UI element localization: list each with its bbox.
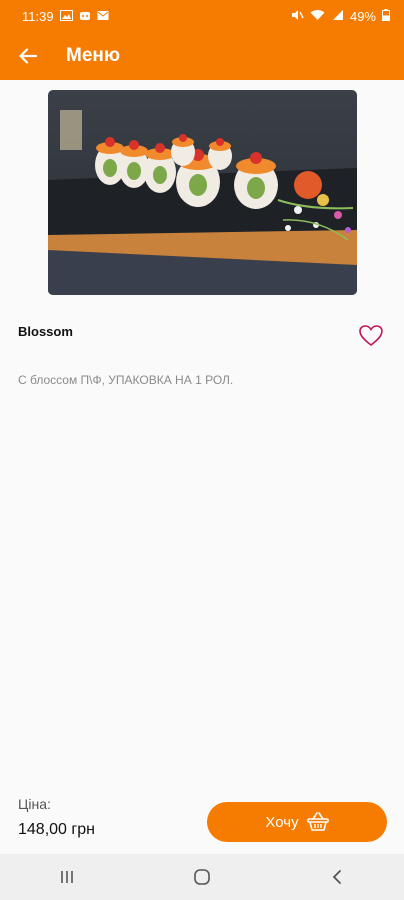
notification-app-icon (79, 9, 91, 24)
status-left: 11:39 (22, 9, 109, 24)
home-icon (194, 869, 210, 885)
chevron-left-icon (332, 870, 341, 884)
want-button-label: Хочу (265, 813, 299, 831)
product-image (48, 90, 357, 295)
mute-icon (291, 9, 304, 24)
home-button[interactable] (172, 854, 232, 900)
app-bar: Меню (0, 32, 404, 80)
mail-icon (97, 9, 109, 24)
page-title: Меню (66, 45, 121, 66)
recent-apps-button[interactable] (37, 854, 97, 900)
favorite-button[interactable] (358, 324, 388, 352)
gallery-icon (59, 9, 73, 24)
battery-percent: 49% (349, 8, 376, 24)
status-bar: 11:39 49% (0, 0, 404, 32)
back-button[interactable] (0, 32, 56, 80)
recent-apps-icon (61, 871, 74, 883)
status-time: 11:39 (22, 8, 54, 24)
back-nav-button[interactable] (307, 854, 367, 900)
wifi-icon (310, 9, 325, 24)
arrow-left-icon (19, 48, 37, 64)
status-right: 49% (291, 8, 390, 24)
product-description: С блоссом П\Ф, УПАКОВКА НА 1 РОЛ. (18, 373, 234, 387)
system-nav-bar (0, 854, 404, 900)
product-name: Blossom (18, 324, 73, 339)
want-button[interactable]: Хочу (207, 802, 387, 842)
basket-icon (306, 812, 329, 831)
heart-icon (359, 325, 383, 347)
price-value: 148,00 грн (18, 821, 95, 838)
price-label: Ціна: (18, 796, 51, 812)
signal-icon (331, 9, 344, 24)
battery-icon (382, 8, 390, 24)
